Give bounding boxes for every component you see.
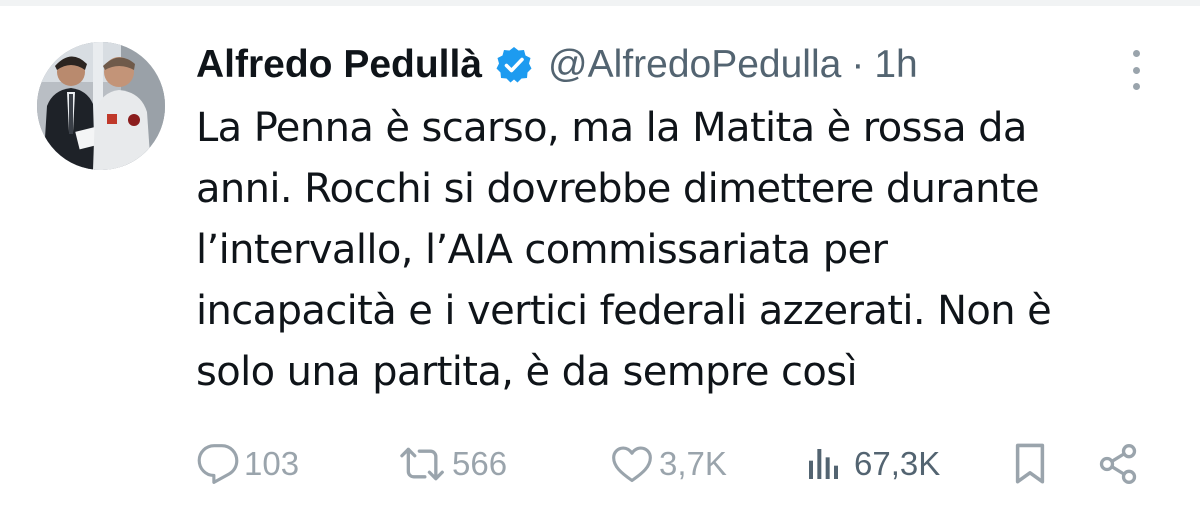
verified-badge-icon bbox=[494, 45, 534, 85]
author-display-name[interactable]: Alfredo Pedullà bbox=[196, 37, 482, 93]
tweet-text-line: solo una partita, è da sempre così bbox=[196, 349, 858, 395]
more-options-icon[interactable] bbox=[1124, 50, 1148, 90]
like-button[interactable]: 3,7K bbox=[609, 436, 727, 492]
retweet-icon bbox=[400, 447, 444, 481]
tweet-text-line: La Penna è scarso, ma la Matita è rossa … bbox=[196, 105, 1027, 151]
tweet-text: La Penna è scarso, ma la Matita è rossa … bbox=[196, 98, 1156, 403]
retweet-button[interactable]: 566 bbox=[398, 436, 507, 492]
tweet-actions-bar: 103 566 3,7K 67,3K bbox=[0, 436, 1200, 492]
header-separator: · bbox=[851, 43, 865, 86]
bookmark-icon bbox=[1015, 443, 1045, 484]
avatar[interactable] bbox=[37, 42, 165, 170]
reply-icon bbox=[197, 444, 239, 484]
tweet-text-line: anni. Rocchi si dovrebbe dimettere duran… bbox=[196, 166, 1040, 212]
share-button[interactable] bbox=[1096, 436, 1140, 492]
author-handle[interactable]: @AlfredoPedulla bbox=[548, 37, 841, 93]
reply-count: 103 bbox=[244, 445, 300, 482]
more-dot bbox=[1132, 66, 1140, 74]
like-count: 3,7K bbox=[659, 445, 727, 482]
views-count: 67,3K bbox=[854, 445, 941, 482]
tweet-header: Alfredo Pedullà @AlfredoPedulla · 1h bbox=[196, 37, 918, 93]
tweet-card[interactable]: Alfredo Pedullà @AlfredoPedulla · 1h La … bbox=[0, 6, 1200, 508]
views-icon bbox=[809, 449, 838, 479]
tweet-timestamp[interactable]: 1h bbox=[874, 37, 917, 93]
tweet-text-line: incapacità e i vertici federali azzerati… bbox=[196, 288, 1052, 334]
reply-button[interactable]: 103 bbox=[196, 436, 299, 492]
heart-icon bbox=[612, 446, 652, 483]
more-dot bbox=[1132, 83, 1140, 90]
views-button[interactable]: 67,3K bbox=[804, 436, 940, 492]
tweet-text-line: l’intervallo, l’AIA commissariata per bbox=[196, 227, 888, 273]
retweet-count: 566 bbox=[452, 445, 508, 482]
more-dot bbox=[1132, 50, 1140, 57]
share-icon bbox=[1099, 444, 1137, 484]
bookmark-button[interactable] bbox=[1012, 436, 1048, 492]
